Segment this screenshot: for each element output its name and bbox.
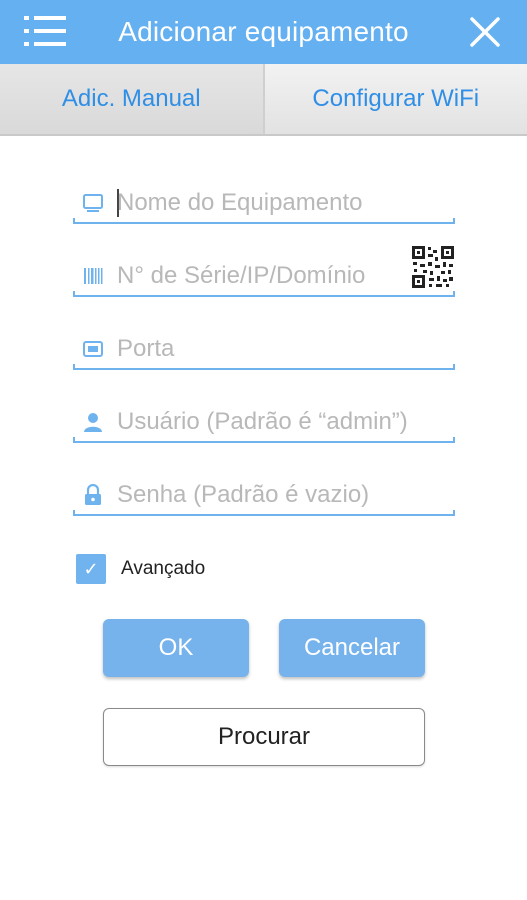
device-name-field[interactable] bbox=[73, 180, 455, 224]
serial-field[interactable] bbox=[73, 245, 455, 297]
input-underline bbox=[73, 291, 455, 297]
input-underline bbox=[73, 364, 455, 370]
password-field[interactable] bbox=[73, 472, 455, 516]
tab-configure-wifi[interactable]: Configurar WiFi bbox=[264, 64, 527, 134]
advanced-label: Avançado bbox=[121, 558, 206, 579]
barcode-icon bbox=[84, 268, 103, 284]
tab-bar: Adic. Manual Configurar WiFi bbox=[0, 64, 527, 136]
user-icon bbox=[84, 413, 102, 432]
port-field[interactable] bbox=[73, 326, 455, 370]
user-input[interactable] bbox=[117, 405, 407, 439]
password-input[interactable] bbox=[117, 478, 407, 512]
advanced-option[interactable]: ✓ Avançado bbox=[76, 554, 205, 584]
port-icon bbox=[83, 341, 103, 357]
checkmark-icon: ✓ bbox=[83, 558, 99, 579]
port-input[interactable] bbox=[117, 332, 407, 366]
serial-input[interactable] bbox=[117, 259, 407, 293]
tab-manual-add[interactable]: Adic. Manual bbox=[0, 64, 265, 134]
cancel-button[interactable]: Cancelar bbox=[279, 619, 425, 677]
user-field[interactable] bbox=[73, 399, 455, 443]
input-underline bbox=[73, 437, 455, 443]
device-name-input[interactable] bbox=[117, 186, 407, 220]
lock-icon bbox=[85, 484, 101, 505]
monitor-icon bbox=[83, 194, 103, 212]
app-header: Adicionar equipamento bbox=[0, 0, 527, 64]
input-underline bbox=[73, 510, 455, 516]
qr-code-icon[interactable] bbox=[411, 245, 455, 289]
advanced-checkbox[interactable]: ✓ bbox=[76, 554, 106, 584]
input-underline bbox=[73, 218, 455, 224]
close-icon[interactable] bbox=[469, 16, 501, 48]
ok-button[interactable]: OK bbox=[103, 619, 249, 677]
search-button[interactable]: Procurar bbox=[103, 708, 425, 766]
page-title: Adicionar equipamento bbox=[118, 16, 409, 47]
